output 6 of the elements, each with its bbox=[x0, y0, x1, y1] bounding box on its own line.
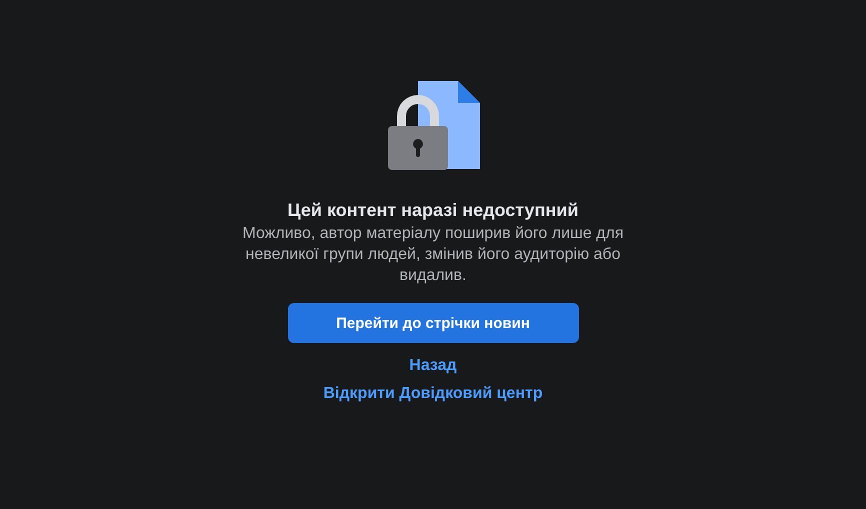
link[interactable]: Відкрити Довідковий центр bbox=[323, 384, 543, 404]
link[interactable]: Назад bbox=[409, 356, 457, 376]
message-text: Можливо, автор матеріалу поширив його лише для невеликої групи людей, змінив його аудиторію або видалив. bbox=[241, 224, 625, 286]
news-feed-button[interactable]: Перейти до стрічки новин bbox=[288, 303, 578, 343]
page-title: Цей контент наразі недоступний bbox=[288, 199, 578, 222]
locked-document-icon bbox=[388, 81, 480, 171]
